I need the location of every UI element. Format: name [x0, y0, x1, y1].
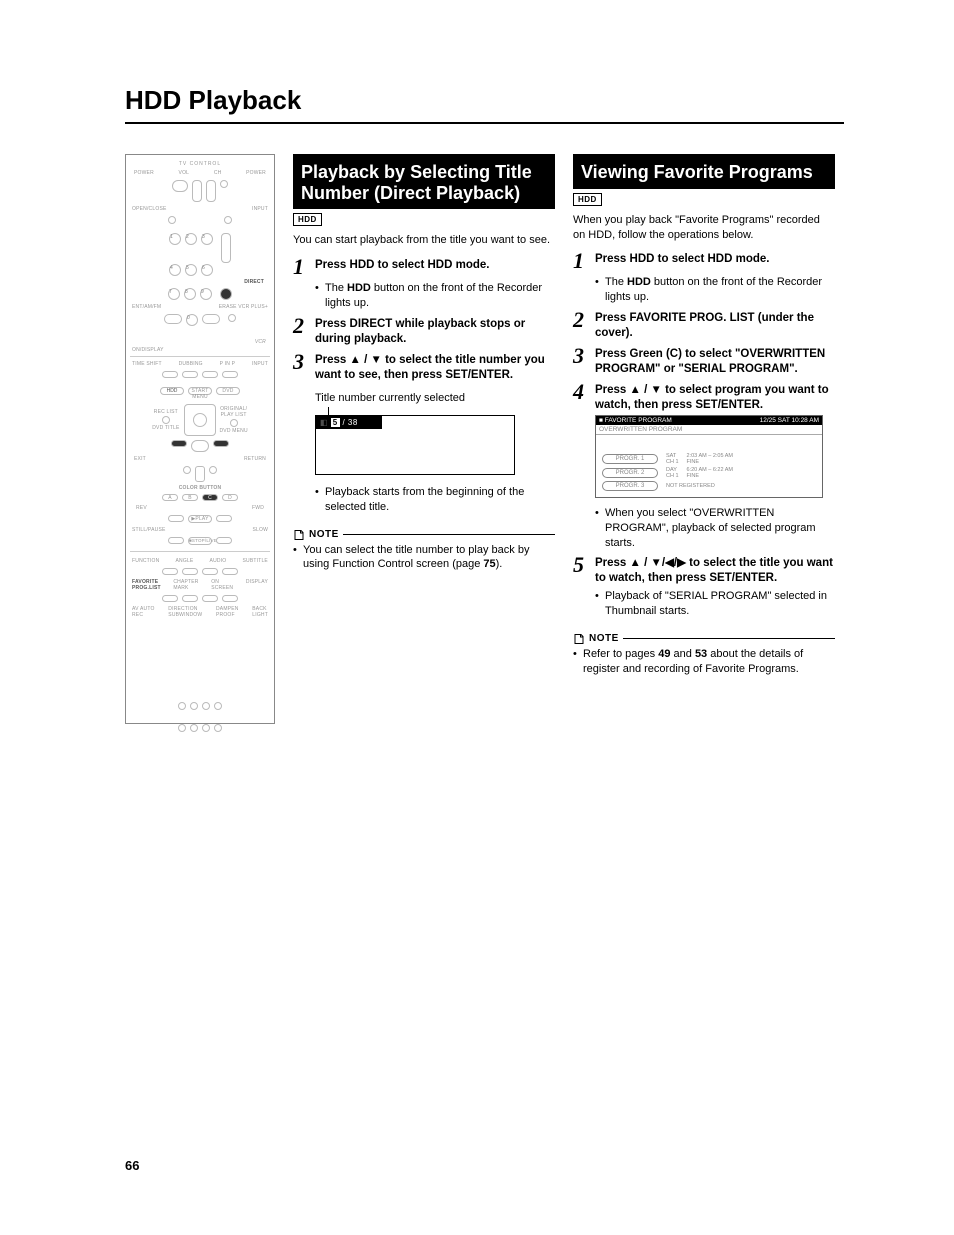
step-2: 2 Press FAVORITE PROG. LIST (under the c…: [573, 311, 835, 341]
step-sub: The HDD button on the front of the Recor…: [595, 275, 835, 305]
section-heading-direct-playback: Playback by Selecting Title Number (Dire…: [293, 154, 555, 209]
favorite-program-osd: ■ FAVORITE PROGRAM 12/25 SAT 10:28 AM OV…: [595, 415, 823, 498]
step-sub: The HDD button on the front of the Recor…: [315, 281, 555, 311]
hdd-badge: HDD: [293, 213, 322, 226]
note-icon: [573, 633, 585, 645]
note-icon: [293, 529, 305, 541]
intro-text: When you play back "Favorite Programs" r…: [573, 213, 835, 243]
step-sub: When you select "OVERWRITTEN PROGRAM", p…: [595, 506, 835, 551]
osd-title-counter: ◧ 5 5 / 38 / 38: [315, 415, 515, 475]
note-label: NOTE: [589, 633, 619, 644]
step-sub: Playback of "SERIAL PROGRAM" selected in…: [595, 589, 835, 619]
step-3: 3 Press Green (C) to select "OVERWRITTEN…: [573, 347, 835, 377]
step-number: 3: [293, 351, 315, 373]
page-title: HDD Playback: [125, 85, 844, 124]
osd-caption: Title number currently selected: [315, 391, 555, 405]
remote-control-diagram: TV CONTROL POWER VOL CH POWER OPE: [125, 154, 275, 724]
step-sub: Playback starts from the beginning of th…: [315, 485, 555, 515]
intro-text: You can start playback from the title yo…: [293, 233, 555, 248]
hdd-badge: HDD: [573, 193, 602, 206]
note-label: NOTE: [309, 529, 339, 540]
step-number: 2: [293, 315, 315, 337]
note-text: You can select the title number to play …: [293, 543, 555, 573]
section-heading-favorite-programs: Viewing Favorite Programs: [573, 154, 835, 189]
step-5: 5 Press ▲ / ▼/◀/▶ to select the title yo…: [573, 556, 835, 586]
step-number: 1: [293, 256, 315, 278]
note-text: Refer to pages 49 and 53 about the detai…: [573, 647, 835, 677]
step-4: 4 Press ▲ / ▼ to select program you want…: [573, 383, 835, 413]
step-3: 3 Press ▲ / ▼ to select the title number…: [293, 353, 555, 383]
step-1: 1 Press HDD to select HDD mode.: [293, 258, 555, 278]
step-1: 1 Press HDD to select HDD mode.: [573, 252, 835, 272]
step-2: 2 Press DIRECT while playback stops or d…: [293, 317, 555, 347]
page-number: 66: [125, 1158, 139, 1173]
